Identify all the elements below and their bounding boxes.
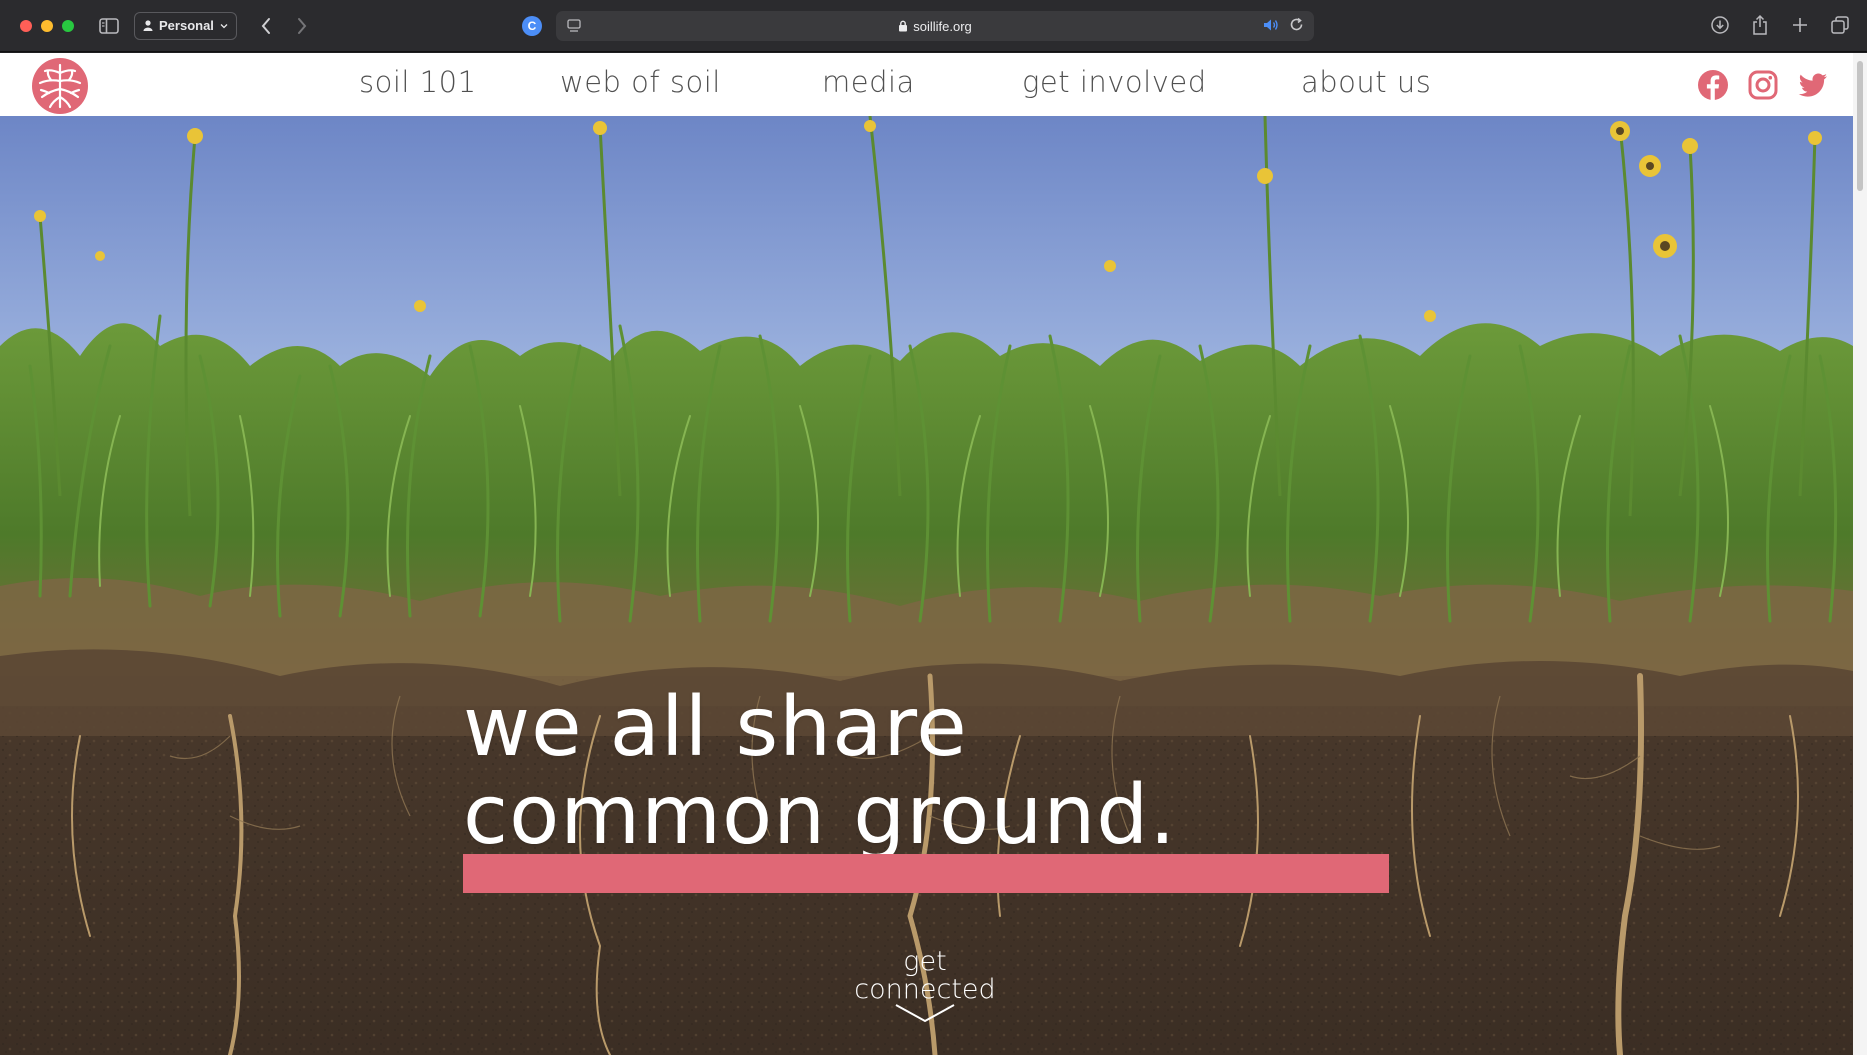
main-navigation: soil 101 web of soil media get involved … — [0, 53, 1867, 116]
url-text: soillife.org — [913, 18, 972, 34]
scrollbar-thumb[interactable] — [1857, 61, 1863, 191]
soil-cross-section-image — [0, 116, 1853, 1055]
forward-button[interactable] — [291, 15, 313, 37]
close-window-button[interactable] — [20, 19, 32, 32]
profile-label: Personal — [159, 18, 214, 33]
back-button[interactable] — [255, 15, 277, 37]
social-links — [1697, 69, 1829, 101]
facebook-icon[interactable] — [1697, 69, 1729, 101]
nav-link-about-us[interactable]: about us — [1301, 65, 1431, 99]
tab-overview-icon[interactable] — [1829, 14, 1851, 36]
toolbar-actions — [1709, 14, 1851, 36]
hero-accent-bar — [463, 854, 1389, 893]
nav-link-web-of-soil[interactable]: web of soil — [560, 65, 721, 99]
web-page: soil 101 web of soil media get involved … — [0, 53, 1867, 1055]
lock-icon — [899, 20, 908, 32]
nav-link-soil-101[interactable]: soil 101 — [359, 65, 477, 99]
audio-playing-icon[interactable] — [1263, 18, 1279, 32]
get-connected-button[interactable]: get connected — [840, 948, 1010, 1024]
hero-section: we all share common ground. — [0, 116, 1853, 1055]
twitter-icon[interactable] — [1797, 69, 1829, 101]
extension-icon[interactable]: C — [522, 16, 542, 36]
minimize-window-button[interactable] — [41, 19, 53, 32]
reload-icon[interactable] — [1289, 17, 1304, 32]
chevron-down-icon — [220, 23, 228, 28]
sidebar-toggle-icon[interactable] — [98, 17, 120, 35]
share-icon[interactable] — [1749, 14, 1771, 36]
headline-line-1: we all share — [463, 680, 968, 775]
chevron-left-icon — [261, 17, 270, 34]
headline-line-2: common ground. — [463, 768, 1177, 863]
site-header: soil 101 web of soil media get involved … — [0, 53, 1867, 116]
page-menu-icon[interactable] — [566, 18, 582, 34]
chevron-down-icon — [895, 1004, 955, 1023]
chevron-right-icon — [297, 17, 307, 34]
hero-headline: we all share common ground. — [463, 684, 1176, 860]
nav-link-get-involved[interactable]: get involved — [1022, 65, 1207, 99]
address-bar[interactable]: soillife.org — [556, 11, 1314, 41]
zoom-window-button[interactable] — [62, 19, 74, 32]
new-tab-icon[interactable] — [1789, 14, 1811, 36]
person-icon — [143, 20, 153, 31]
downloads-icon[interactable] — [1709, 14, 1731, 36]
nav-link-media[interactable]: media — [822, 65, 915, 99]
page-scrollbar[interactable] — [1853, 53, 1867, 1055]
window-controls — [20, 19, 74, 32]
profile-button[interactable]: Personal — [134, 11, 237, 40]
cta-line-2: connected — [854, 974, 996, 1005]
cta-line-1: get — [903, 946, 947, 977]
instagram-icon[interactable] — [1747, 69, 1779, 101]
